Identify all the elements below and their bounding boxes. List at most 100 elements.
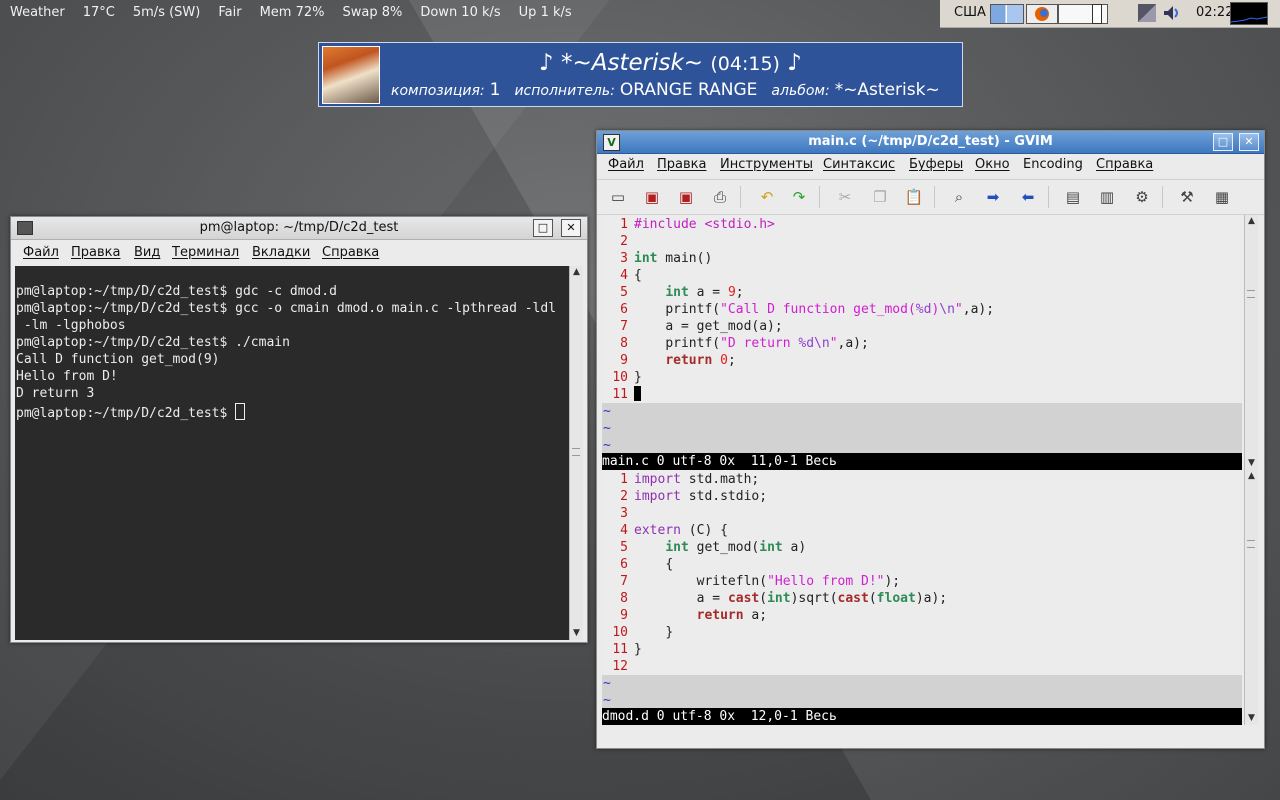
code-line: 8 a = cast(int)sqrt(cast(float)a); (620, 591, 948, 606)
wind: 5m/s (SW) (132, 5, 201, 20)
memory-usage: Mem 72% (259, 5, 325, 20)
scroll-up-arrow[interactable]: ▲ (1245, 215, 1258, 228)
menu-syntax[interactable]: Синтаксис (823, 157, 895, 172)
top-pane-scrollbar[interactable]: ▲ ▼ (1244, 215, 1258, 470)
code-line: 9 return 0; (620, 353, 736, 368)
status-line-dmod-d: dmod.d 0 utf-8 0x 12,0-1 Весь (602, 708, 1242, 725)
now-playing-notification: ♪ *~Asterisk~ (04:15) ♪ композиция: 1 испо… (318, 42, 963, 107)
terminal-cursor (235, 403, 246, 420)
scroll-down-arrow[interactable]: ▼ (1245, 457, 1258, 470)
menu-buffers[interactable]: Буферы (909, 157, 963, 172)
load-session-icon[interactable]: ▤ (1063, 187, 1083, 207)
editor-pane-dmod-d[interactable]: 1 import std.math; 2 import std.stdio; 3 4… (602, 470, 1242, 708)
tags-table-icon[interactable]: ▦ (1212, 187, 1232, 207)
weather-label: Weather (10, 5, 65, 20)
bottom-pane-scrollbar[interactable]: ▲ ▼ (1244, 470, 1258, 725)
run-script-icon[interactable]: ⚙ (1132, 187, 1152, 207)
empty-line-marker: ~ (602, 420, 1242, 437)
terminal-titlebar[interactable]: pm@laptop: ~/tmp/D/c2d_test □ ✕ (11, 217, 587, 240)
code-line: 11} (612, 642, 642, 657)
scrollbar-grip[interactable] (1247, 540, 1255, 548)
terminal-line: pm@laptop:~/tmp/D/c2d_test$ gdc -c dmod.… (16, 284, 337, 299)
window-title: main.c (~/tmp/D/c2d_test) - GVIM (808, 134, 1053, 149)
track-title: ♪ *~Asterisk~ (04:15) ♪ (539, 50, 802, 76)
code-line: 1 #include <stdio.h> (620, 217, 775, 232)
scrollbar-grip[interactable] (572, 448, 580, 456)
terminal-line: pm@laptop:~/tmp/D/c2d_test$ gcc -o cmain… (16, 301, 557, 316)
clock[interactable]: 02:22 (1196, 5, 1233, 20)
cut-icon[interactable]: ✂ (835, 187, 855, 207)
find-replace-icon[interactable]: ⌕ (949, 187, 969, 207)
terminal-window[interactable]: pm@laptop: ~/tmp/D/c2d_test □ ✕ Файл Пра… (10, 216, 588, 643)
terminal-screen[interactable]: pm@laptop:~/tmp/D/c2d_test$ gdc -c dmod.… (15, 266, 569, 640)
close-button[interactable]: ✕ (561, 219, 581, 237)
save-icon[interactable]: ▣ (642, 187, 662, 207)
temperature: 17°C (82, 5, 115, 20)
empty-line-marker: ~ (602, 692, 1242, 708)
maximize-button[interactable]: □ (533, 219, 553, 237)
empty-line-marker: ~ (602, 403, 1242, 420)
menu-encoding[interactable]: Encoding (1023, 157, 1083, 172)
code-line: 5 int get_mod(int a) (620, 540, 807, 555)
terminal-line: Hello from D! (16, 369, 118, 384)
code-line: 7 a = get_mod(a); (620, 319, 783, 334)
upload-rate: Up 1 k/s (518, 5, 572, 20)
scrollbar-grip[interactable] (1247, 290, 1255, 298)
menu-window[interactable]: Окно (975, 157, 1010, 172)
cpu-monitor-graph (1230, 2, 1268, 25)
gvim-window[interactable]: V main.c (~/tmp/D/c2d_test) - GVIM □ ✕ Ф… (596, 130, 1265, 749)
menu-tools[interactable]: Инструменты (720, 157, 813, 172)
save-all-icon[interactable]: ▣ (676, 187, 696, 207)
workspace-pager[interactable] (990, 4, 1024, 24)
firefox-icon[interactable] (1026, 4, 1058, 24)
find-prev-icon[interactable]: ⬅ (1018, 187, 1038, 207)
close-button[interactable]: ✕ (1239, 133, 1259, 151)
code-line: 11 (602, 386, 641, 403)
editor-pane-main-c[interactable]: 1 #include <stdio.h> 2 3 int main() 4{ 5 i… (602, 215, 1242, 453)
menu-help[interactable]: Справка (1096, 157, 1153, 172)
paste-icon[interactable]: 📋 (904, 187, 924, 207)
code-line: 4{ (620, 268, 642, 283)
empty-line-marker: ~ (602, 437, 1242, 453)
terminal-icon[interactable] (17, 221, 33, 235)
scroll-down-arrow[interactable]: ▼ (1245, 712, 1258, 725)
code-line: 3 int main() (620, 251, 713, 266)
vim-icon[interactable]: V (603, 134, 620, 151)
artist: ORANGE RANGE (619, 80, 758, 100)
scroll-down-arrow[interactable]: ▼ (570, 627, 583, 640)
gvim-menubar: Файл Правка Инструменты Синтаксис Буферы… (597, 153, 1264, 177)
redo-icon[interactable]: ↷ (789, 187, 809, 207)
terminal-scrollbar[interactable]: ▲ ▼ (569, 266, 583, 640)
maximize-button[interactable]: □ (1213, 133, 1233, 151)
menu-help[interactable]: Справка (322, 245, 379, 260)
menu-file[interactable]: Файл (608, 157, 644, 172)
save-session-icon[interactable]: ▥ (1097, 187, 1117, 207)
network-icon[interactable] (1138, 4, 1156, 22)
menu-terminal[interactable]: Терминал (172, 245, 239, 260)
open-file-icon[interactable]: ▭ (608, 187, 628, 207)
volume-icon[interactable] (1162, 4, 1180, 22)
code-line: 8 printf("D return %d\n",a); (620, 336, 869, 351)
make-icon[interactable]: ⚒ (1177, 187, 1197, 207)
menu-edit[interactable]: Правка (657, 157, 706, 172)
scroll-up-arrow[interactable]: ▲ (570, 266, 583, 279)
keyboard-layout[interactable]: США (954, 5, 986, 20)
taskbar-window-button-small[interactable] (1092, 4, 1102, 24)
code-line: 2 (620, 234, 628, 249)
code-line: 6 { (620, 557, 674, 572)
print-icon[interactable]: ⎙ (710, 187, 730, 207)
code-line: 1 import std.math; (620, 472, 760, 487)
undo-icon[interactable]: ↶ (757, 187, 777, 207)
code-line: 6 printf("Call D function get_mod(%d)\n"… (620, 302, 995, 317)
menu-view[interactable]: Вид (134, 245, 160, 260)
menu-tabs[interactable]: Вкладки (252, 245, 310, 260)
download-rate: Down 10 k/s (420, 5, 501, 20)
find-next-icon[interactable]: ➡ (983, 187, 1003, 207)
menu-edit[interactable]: Правка (71, 245, 120, 260)
copy-icon[interactable]: ❐ (870, 187, 890, 207)
menu-file[interactable]: Файл (23, 245, 59, 260)
code-line: 12 (612, 659, 628, 674)
scroll-up-arrow[interactable]: ▲ (1245, 470, 1258, 483)
weather-condition: Fair (218, 5, 242, 20)
gvim-titlebar[interactable]: V main.c (~/tmp/D/c2d_test) - GVIM □ ✕ (597, 131, 1264, 154)
